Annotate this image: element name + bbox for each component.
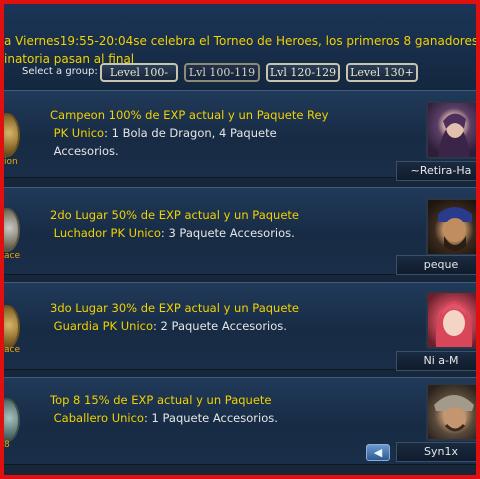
- reward-line-2: Caballero Unico: 1 Paquete Accesorios.: [50, 409, 278, 427]
- medal-label: 8: [4, 440, 10, 450]
- medal-label: ace: [4, 251, 21, 261]
- reward-text: 3do Lugar 30% de EXP actual y un Paquete…: [50, 299, 299, 335]
- silver-medal-icon: [4, 208, 20, 252]
- reward-rank: Guardia PK Unico: [53, 319, 154, 333]
- reward-line-2: Guardia PK Unico: 2 Paquete Accesorios.: [50, 317, 299, 335]
- reward-line-3: Accesorios.: [50, 142, 328, 160]
- reward-text: 2do Lugar 50% de EXP actual y un Paquete…: [50, 206, 299, 242]
- group-button-lvl-120-129[interactable]: Lvl 120-129: [266, 63, 340, 82]
- reward-detail: : 1 Bola de Dragon, 4 Paquete: [104, 126, 277, 140]
- medal-label: ion: [4, 157, 18, 167]
- gold-medal-icon: [4, 113, 20, 157]
- announcement-line-1: a Viernes19:55-20:04se celebra el Torneo…: [4, 34, 480, 48]
- player-portrait-avatar[interactable]: [426, 383, 476, 441]
- bronze-medal-icon: [4, 305, 20, 349]
- portrait-bearded-warrior-icon: [438, 207, 472, 251]
- reward-rank: Luchador PK Unico: [53, 226, 161, 240]
- group-button-level-130-plus[interactable]: Level 130+: [346, 63, 418, 82]
- reward-line-1: 3do Lugar 30% de EXP actual y un Paquete: [50, 301, 299, 315]
- top8-medal-icon: [4, 398, 20, 442]
- reward-row-second: ace 2do Lugar 50% de EXP actual y un Paq…: [4, 187, 476, 275]
- reward-line-2: Luchador PK Unico: 3 Paquete Accesorios.: [50, 224, 299, 242]
- group-button-level-100-minus[interactable]: Level 100-: [100, 63, 178, 82]
- reward-detail: : 3 Paquete Accesorios.: [160, 226, 295, 240]
- header-panel: a Viernes19:55-20:04se celebra el Torneo…: [4, 4, 480, 90]
- reward-detail: : 2 Paquete Accesorios.: [153, 319, 287, 333]
- back-arrow-icon: ◀: [373, 446, 383, 459]
- portrait-female-warrior-icon: [438, 113, 470, 157]
- reward-text: Campeon 100% de EXP actual y un Paquete …: [50, 106, 328, 160]
- player-name: ~Retira-Ha: [396, 161, 476, 181]
- reward-line-1: 2do Lugar 50% de EXP actual y un Paquete: [50, 208, 299, 222]
- group-button-lvl-100-119[interactable]: Lvl 100-119: [184, 63, 260, 82]
- tournament-window: a Viernes19:55-20:04se celebra el Torneo…: [0, 0, 480, 479]
- portrait-red-haired-girl-icon: [435, 301, 473, 347]
- rewards-list: ion Campeon 100% de EXP actual y un Paqu…: [4, 90, 476, 475]
- reward-rank: PK Unico: [53, 126, 105, 140]
- reward-line-1: Top 8 15% de EXP actual y un Paquete: [50, 393, 272, 407]
- reward-row-third: ace 3do Lugar 30% de EXP actual y un Paq…: [4, 282, 476, 371]
- group-selector-label: Select a group:: [22, 66, 98, 77]
- portrait-helmeted-soldier-icon: [434, 395, 474, 432]
- reward-line-2: PK Unico: 1 Bola de Dragon, 4 Paquete: [50, 124, 328, 142]
- player-name: Ni a-M: [396, 351, 476, 371]
- player-portrait-avatar[interactable]: [426, 198, 476, 256]
- back-arrow-button[interactable]: ◀: [366, 444, 390, 461]
- player-portrait-avatar[interactable]: [426, 101, 476, 159]
- medal-label: ace: [4, 345, 21, 355]
- reward-text: Top 8 15% de EXP actual y un Paquete Cab…: [50, 391, 278, 427]
- reward-row-top8: 8 Top 8 15% de EXP actual y un Paquete C…: [4, 377, 476, 465]
- reward-detail-cont: Accesorios.: [53, 144, 119, 158]
- player-name: Syn1x: [396, 442, 476, 462]
- reward-detail: : 1 Paquete Accesorios.: [143, 411, 278, 425]
- player-portrait-avatar[interactable]: [426, 291, 476, 349]
- player-name: peque: [396, 255, 476, 275]
- reward-rank: Caballero Unico: [53, 411, 144, 425]
- reward-row-champion: ion Campeon 100% de EXP actual y un Paqu…: [4, 90, 476, 181]
- reward-line-1: Campeon 100% de EXP actual y un Paquete …: [50, 108, 329, 122]
